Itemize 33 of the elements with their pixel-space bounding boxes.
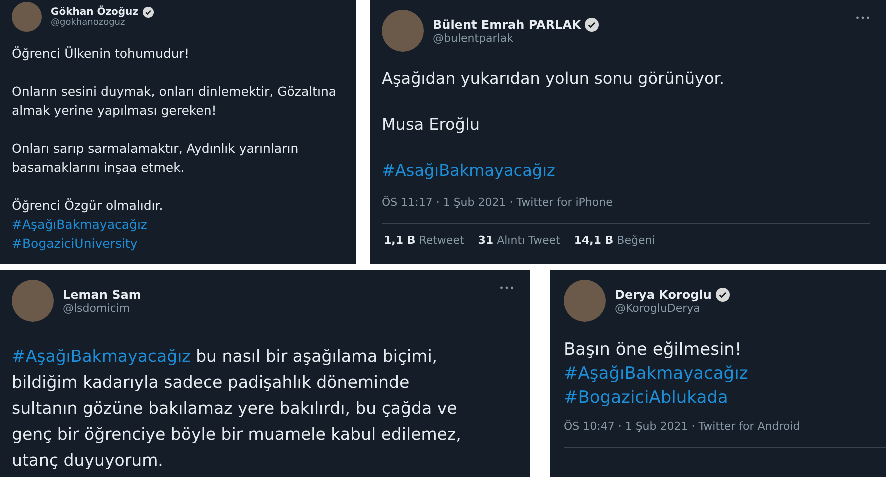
user-name[interactable]: Bülent Emrah PARLAK [433, 18, 582, 32]
user-handle[interactable]: @bulentparlak [433, 32, 847, 44]
more-options-icon[interactable] [856, 16, 870, 20]
tweet-timestamp: ÖS 11:17 · 1 Şub 2021 · Twitter for iPhone [382, 196, 614, 209]
user-handle[interactable]: @KorogluDerya [615, 302, 886, 314]
engagement-count[interactable]: 14,1 B Beğeni [574, 234, 656, 247]
tweet-text: Başın öne eğilmesin! #AşağıBakmayacağız #BogaziciAblukada [564, 339, 750, 410]
avatar-photo-placeholder[interactable] [12, 2, 42, 32]
hashtag-link[interactable]: #BogaziciAblukada [564, 388, 728, 408]
hashtag-link[interactable]: #BogaziciUniversity [12, 236, 138, 251]
tweet-text: Onları sarıp sarmalamaktır, Aydınlık yarınların basamaklarını inşaa etmek. [12, 140, 300, 177]
hashtag-link[interactable]: #AsağıBakmayacağız [382, 161, 556, 180]
more-options-icon[interactable] [500, 286, 514, 290]
tweet-text: #AşağıBakmayacağız bu nasıl bir aşağılama biçimi, bildiğim kadarıyla sadece padişahlık döneminde sultanın gözüne bakılamaz yere bakılırdı, bu çağda ve genç bir öğrenciye böyle bir muamele kabul edilemez, utanç duyuyorum. [12, 346, 462, 472]
user-name[interactable]: Leman Sam [63, 288, 142, 302]
tweet-text: Onların sesini duymak, onları dinlemektir, Gözaltına almak yerine yapılması gereken! [12, 83, 338, 120]
user-handle[interactable]: @lsdomicim [63, 302, 491, 314]
engagement-count[interactable]: 31 Alıntı Tweet [478, 234, 560, 247]
hashtag-link[interactable]: #AşağıBakmayacağız [12, 347, 191, 366]
user-handle[interactable]: @gokhanozoguz [51, 18, 344, 28]
tweet-text: Öğrenci Özgür olmalıdır. #AşağıBakmayacağız #BogaziciUniversity [12, 197, 164, 253]
avatar-photo-placeholder[interactable] [382, 10, 424, 52]
avatar-photo-placeholder[interactable] [564, 280, 606, 322]
engagement-count[interactable]: 1,1 B Retweet [384, 234, 464, 247]
tweet-text: Musa Eroğlu [382, 114, 482, 136]
user-name[interactable]: Derya Koroglu [615, 288, 712, 302]
tweet-text: Aşağıdan yukarıdan yolun sonu görünüyor. [382, 68, 726, 90]
hashtag-link[interactable]: #AşağıBakmayacağız [564, 364, 748, 384]
avatar-photo-placeholder[interactable] [12, 280, 54, 322]
tweet-text: Öğrenci Ülkenin tohumudur! [12, 45, 190, 63]
tweet-timestamp: ÖS 10:47 · 1 Şub 2021 · Twitter for Android [564, 420, 802, 433]
user-name[interactable]: Gökhan Özoğuz [51, 6, 138, 18]
hashtag-link[interactable]: #AşağıBakmayacağız [12, 217, 148, 232]
